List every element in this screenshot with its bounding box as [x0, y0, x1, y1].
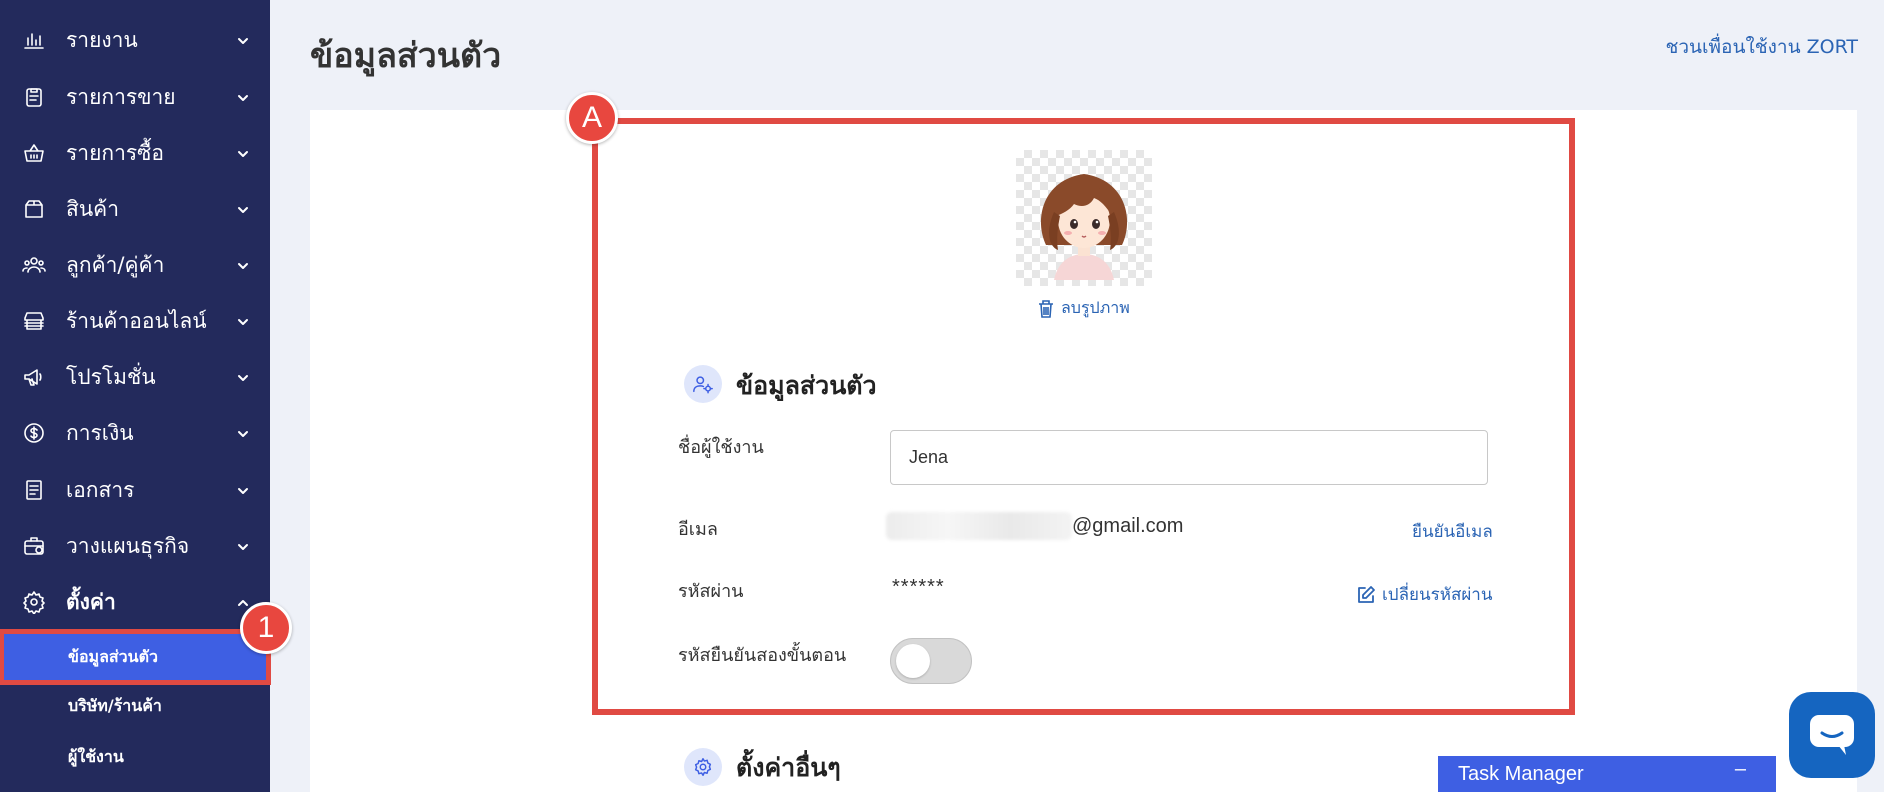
task-manager-bar[interactable]: Task Manager – — [1438, 756, 1776, 792]
sidebar-item-finance[interactable]: การเงิน — [0, 405, 270, 461]
users-icon — [20, 251, 48, 279]
bar-chart-icon — [20, 26, 48, 54]
minimize-icon[interactable]: – — [1735, 758, 1746, 781]
verify-email-label: ยืนยันอีเมล — [1412, 522, 1493, 542]
chevron-down-icon — [236, 202, 250, 216]
sidebar-item-label: เอกสาร — [66, 477, 135, 502]
invite-friends-link[interactable]: ชวนเพื่อนใช้งาน ZORT — [1665, 32, 1858, 62]
change-password-label: เปลี่ยนรหัสผ่าน — [1382, 585, 1493, 605]
page-title: ข้อมูลส่วนตัว — [310, 36, 502, 76]
briefcase-icon — [20, 532, 48, 560]
edit-icon — [1358, 585, 1375, 603]
chevron-down-icon — [236, 539, 250, 553]
sidebar-item-label: สินค้า — [66, 196, 120, 221]
sidebar-item-settings[interactable]: ตั้งค่า — [0, 574, 270, 630]
sidebar-item-promotions[interactable]: โปรโมชั่น — [0, 349, 270, 405]
section-title-profile: ข้อมูลส่วนตัว — [736, 371, 877, 400]
sidebar-item-label: การเงิน — [66, 420, 134, 445]
chevron-down-icon — [236, 146, 250, 160]
username-input[interactable] — [890, 430, 1488, 485]
store-icon — [20, 307, 48, 335]
chevron-down-icon — [236, 426, 250, 440]
sidebar-item-label: ตั้งค่า — [66, 589, 116, 614]
sidebar-subitem-label: ผู้ใช้งาน — [68, 746, 124, 766]
toggle-knob — [896, 644, 930, 678]
sidebar-subitem-company[interactable]: บริษัท/ร้านค้า — [0, 683, 270, 729]
sidebar-item-label: วางแผนธุรกิจ — [66, 533, 190, 558]
chat-bubble-icon — [1810, 715, 1854, 755]
sidebar-item-products[interactable]: สินค้า — [0, 181, 270, 237]
chevron-down-icon — [236, 483, 250, 497]
document-icon — [20, 476, 48, 504]
sidebar-item-label: ร้านค้าออนไลน์ — [66, 308, 207, 333]
box-icon — [20, 195, 48, 223]
section-title-other-settings: ตั้งค่าอื่นๆ — [736, 753, 841, 782]
email-domain: @gmail.com — [1072, 514, 1184, 537]
chevron-down-icon — [236, 370, 250, 384]
sidebar-item-purchases[interactable]: รายการซื้อ — [0, 125, 270, 181]
two-factor-toggle[interactable] — [890, 638, 972, 684]
annotation-badge-a: A — [566, 92, 618, 144]
sidebar-item-label: รายงาน — [66, 27, 138, 52]
sidebar-subitem-label: ข้อมูลส่วนตัว — [68, 646, 158, 666]
sidebar-item-reports[interactable]: รายงาน — [0, 12, 270, 68]
basket-icon — [20, 139, 48, 167]
task-manager-label: Task Manager — [1458, 762, 1584, 785]
gear-icon — [684, 748, 722, 786]
megaphone-icon — [20, 363, 48, 391]
sidebar: รายงาน รายการขาย รายการซื้อ สินค้า ลูกค้… — [0, 0, 271, 792]
sidebar-subitem-users[interactable]: ผู้ใช้งาน — [0, 734, 270, 780]
sidebar-item-label: โปรโมชั่น — [66, 364, 156, 389]
password-value: ****** — [892, 576, 945, 598]
chevron-up-icon — [236, 595, 250, 609]
chat-support-button[interactable] — [1789, 692, 1875, 778]
delete-photo-button[interactable]: ลบรูปภาพ — [1037, 296, 1130, 321]
dollar-coin-icon — [20, 419, 48, 447]
password-label: รหัสผ่าน — [678, 581, 744, 602]
sidebar-item-customers[interactable]: ลูกค้า/คู่ค้า — [0, 237, 270, 293]
annotation-badge-1: 1 — [240, 602, 292, 654]
trash-icon — [1039, 299, 1053, 318]
chevron-down-icon — [236, 90, 250, 104]
sidebar-item-sales[interactable]: รายการขาย — [0, 69, 270, 125]
sidebar-item-documents[interactable]: เอกสาร — [0, 462, 270, 518]
sidebar-subitem-label: บริษัท/ร้านค้า — [68, 695, 162, 715]
two-factor-label: รหัสยืนยันสองขั้นตอน — [678, 645, 847, 666]
sidebar-item-label: รายการขาย — [66, 84, 176, 109]
change-password-link[interactable]: เปลี่ยนรหัสผ่าน — [1356, 581, 1492, 608]
email-value: @gmail.com — [886, 512, 1183, 540]
clipboard-icon — [20, 83, 48, 111]
email-label: อีเมล — [678, 519, 718, 540]
chevron-down-icon — [236, 314, 250, 328]
chevron-down-icon — [236, 258, 250, 272]
sidebar-item-label: ลูกค้า/คู่ค้า — [66, 252, 165, 277]
chevron-down-icon — [236, 33, 250, 47]
sidebar-item-online-store[interactable]: ร้านค้าออนไลน์ — [0, 293, 270, 349]
sidebar-item-business-planning[interactable]: วางแผนธุรกิจ — [0, 518, 270, 574]
verify-email-link[interactable]: ยืนยันอีเมล — [1412, 518, 1493, 545]
sidebar-subitem-profile[interactable]: ข้อมูลส่วนตัว — [0, 629, 271, 685]
sidebar-item-label: รายการซื้อ — [66, 140, 165, 165]
gear-icon — [20, 588, 48, 616]
delete-photo-label: ลบรูปภาพ — [1061, 298, 1130, 317]
user-gear-icon — [684, 365, 722, 403]
username-label: ชื่อผู้ใช้งาน — [678, 437, 764, 458]
profile-avatar[interactable] — [1016, 150, 1152, 286]
email-blurred-local-part — [886, 512, 1072, 540]
